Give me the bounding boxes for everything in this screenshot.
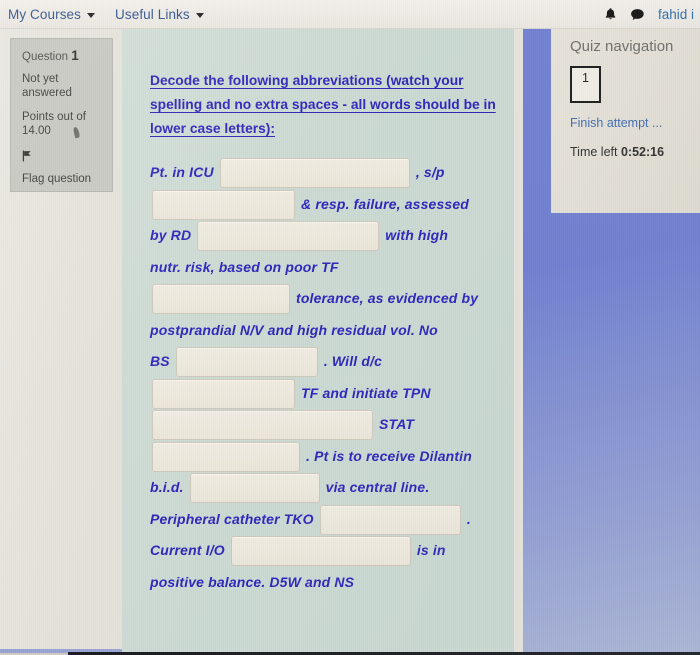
nav-item-useful-links-label: Useful Links <box>115 6 190 22</box>
flag-question-label: Flag question <box>22 173 92 185</box>
time-left: Time left 0:52:16 <box>570 145 690 159</box>
answer-input-blank-7[interactable] <box>152 410 373 441</box>
text-fragment: . Will d/c <box>323 353 382 369</box>
chevron-down-icon <box>195 12 204 18</box>
quiz-navigation-title: Quiz navigation <box>570 38 674 55</box>
text-fragment: . <box>466 510 471 527</box>
text-fragment: postprandial N/V and high residual vol. … <box>150 321 438 338</box>
question-info-box: Question 1 Not yet answered Points out o… <box>10 38 113 192</box>
question-line: positive balance. D5W and NS <box>150 567 502 599</box>
time-left-value: 0:52:16 <box>620 145 665 159</box>
question-number-value: 1 <box>71 48 79 63</box>
bell-icon[interactable] <box>604 7 617 21</box>
answer-input-blank-11[interactable] <box>230 536 411 567</box>
points-value: 14.00 <box>22 125 51 137</box>
nav-item-my-courses[interactable]: My Courses <box>8 6 96 22</box>
answer-input-blank-5[interactable] <box>175 347 318 378</box>
panel-right-edge <box>514 29 523 655</box>
text-fragment: , s/p <box>415 164 445 180</box>
question-body: Pt. in ICU , s/p & resp. failure, assess… <box>122 157 514 598</box>
answer-input-blank-2[interactable] <box>152 189 295 220</box>
nav-item-useful-links[interactable]: Useful Links <box>115 7 204 22</box>
text-fragment: b.i.d. <box>150 479 184 495</box>
answer-input-blank-10[interactable] <box>319 504 461 535</box>
chat-icon[interactable] <box>630 8 645 21</box>
question-heading: Decode the following abbreviations (watc… <box>150 73 496 136</box>
question-line: b.i.d. via central line. <box>150 472 502 504</box>
question-line: & resp. failure, assessed <box>150 189 502 221</box>
question-line: Peripheral catheter TKO . <box>150 504 502 536</box>
question-line: STAT <box>150 409 502 441</box>
text-fragment: tolerance, as evidenced by <box>296 290 479 306</box>
username-label[interactable]: fahid i <box>658 7 700 22</box>
chevron-down-icon <box>87 12 96 18</box>
text-fragment: . Pt is to receive Dilantin <box>306 447 472 464</box>
question-line: . Pt is to receive Dilantin <box>150 441 502 473</box>
text-fragment: is in <box>416 542 446 558</box>
answer-input-blank-4[interactable] <box>152 284 290 315</box>
question-number-label: Question 1 <box>22 48 103 63</box>
question-word: Question <box>22 51 69 63</box>
answer-input-blank-3[interactable] <box>197 221 380 252</box>
answer-input-blank-8[interactable] <box>152 441 300 472</box>
answer-input-blank-9[interactable] <box>189 473 320 504</box>
text-fragment: Peripheral catheter TKO <box>150 510 314 527</box>
text-fragment: Current I/O <box>150 542 225 558</box>
question-line: BS . Will d/c <box>150 346 502 378</box>
text-fragment: positive balance. D5W and NS <box>150 573 355 590</box>
text-fragment: with high <box>385 227 449 243</box>
quiz-nav-page-button-1[interactable]: 1 <box>570 66 601 103</box>
finish-attempt-link[interactable]: Finish attempt ... <box>570 116 690 130</box>
question-line: Current I/O is in <box>150 535 502 567</box>
question-line: Pt. in ICU , s/p <box>150 157 502 189</box>
top-navigation-bar: My Courses Useful Links fahid i <box>0 0 700 29</box>
time-left-label: Time left <box>570 145 618 159</box>
nav-item-my-courses-label: My Courses <box>8 6 82 22</box>
question-line: by RD with high <box>150 220 502 252</box>
text-fragment: & resp. failure, assessed <box>301 195 469 212</box>
question-points: Points out of 14.00 <box>22 110 103 138</box>
flag-icon <box>22 150 32 167</box>
flag-question-button[interactable]: Flag question <box>22 149 103 187</box>
text-fragment: Pt. in ICU <box>150 164 214 180</box>
quiz-navigation-block: Quiz navigation 1 Finish attempt ... Tim… <box>551 29 700 213</box>
points-out-of-label: Points out of <box>22 111 86 123</box>
question-line: TF and initiate TPN <box>150 378 502 410</box>
screen: My Courses Useful Links fahid i Question… <box>0 0 700 655</box>
text-fragment: BS <box>150 353 170 369</box>
topbar-right-group: fahid i <box>604 7 700 22</box>
answer-input-blank-1[interactable] <box>219 158 410 189</box>
text-fragment: nutr. risk, based on poor TF <box>150 258 339 275</box>
question-state: Not yet answered <box>22 73 72 99</box>
question-line: nutr. risk, based on poor TF <box>150 252 502 284</box>
question-panel: Decode the following abbreviations (watc… <box>122 29 514 655</box>
text-fragment: STAT <box>379 416 415 432</box>
answer-input-blank-6[interactable] <box>152 378 295 409</box>
text-fragment: via central line. <box>325 479 430 495</box>
text-fragment: TF and initiate TPN <box>301 384 431 401</box>
question-line: postprandial N/V and high residual vol. … <box>150 315 502 347</box>
question-line: tolerance, as evidenced by <box>150 283 502 315</box>
text-fragment: by RD <box>150 227 192 243</box>
